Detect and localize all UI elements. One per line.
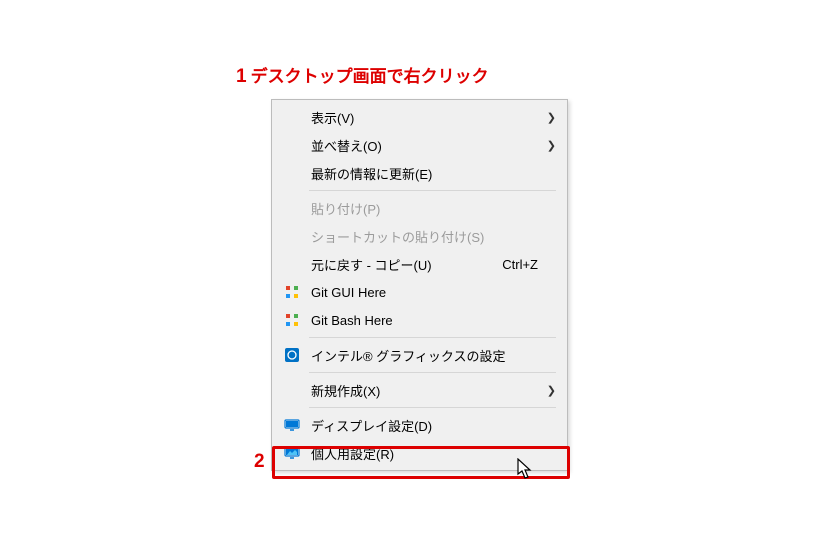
menu-label: Git GUI Here <box>311 285 556 300</box>
intel-icon <box>281 344 303 366</box>
menu-item-intel-graphics[interactable]: インテル® グラフィックスの設定 <box>273 341 566 369</box>
git-icon <box>281 281 303 303</box>
menu-label: Git Bash Here <box>311 313 556 328</box>
annotation-number-1: 1 <box>236 66 247 87</box>
spacer-icon <box>281 162 303 184</box>
menu-label: 新規作成(X) <box>311 381 546 400</box>
annotation-text-1: デスクトップ画面で右クリック <box>251 67 489 86</box>
personalize-icon <box>281 442 303 464</box>
menu-shortcut: Ctrl+Z <box>502 257 538 272</box>
menu-item-personalize[interactable]: 個人用設定(R) <box>273 439 566 467</box>
display-icon <box>281 414 303 436</box>
menu-label: 最新の情報に更新(E) <box>311 164 556 183</box>
menu-item-sort[interactable]: 並べ替え(O) ❯ <box>273 131 566 159</box>
menu-item-paste-shortcut: ショートカットの貼り付け(S) <box>273 222 566 250</box>
menu-separator <box>309 190 556 191</box>
spacer-icon <box>281 197 303 219</box>
menu-label: 元に戻す - コピー(U) <box>311 255 502 274</box>
menu-item-paste: 貼り付け(P) <box>273 194 566 222</box>
menu-label: 個人用設定(R) <box>311 444 556 463</box>
menu-label: ディスプレイ設定(D) <box>311 416 556 435</box>
annotation-step-2: 2 <box>254 451 265 473</box>
git-icon <box>281 309 303 331</box>
desktop-context-menu: 表示(V) ❯ 並べ替え(O) ❯ 最新の情報に更新(E) 貼り付け(P) ショ… <box>271 99 568 471</box>
menu-item-new[interactable]: 新規作成(X) ❯ <box>273 376 566 404</box>
menu-separator <box>309 337 556 338</box>
spacer-icon <box>281 379 303 401</box>
menu-item-git-gui[interactable]: Git GUI Here <box>273 278 566 306</box>
menu-item-view[interactable]: 表示(V) ❯ <box>273 103 566 131</box>
chevron-right-icon: ❯ <box>546 139 556 152</box>
menu-label: ショートカットの貼り付け(S) <box>311 227 556 246</box>
annotation-step-1: 1デスクトップ画面で右クリック <box>236 62 489 88</box>
menu-item-undo[interactable]: 元に戻す - コピー(U) Ctrl+Z <box>273 250 566 278</box>
spacer-icon <box>281 106 303 128</box>
menu-item-refresh[interactable]: 最新の情報に更新(E) <box>273 159 566 187</box>
menu-item-git-bash[interactable]: Git Bash Here <box>273 306 566 334</box>
spacer-icon <box>281 134 303 156</box>
menu-label: インテル® グラフィックスの設定 <box>311 346 556 365</box>
menu-label: 並べ替え(O) <box>311 136 546 155</box>
menu-label: 貼り付け(P) <box>311 199 556 218</box>
menu-label: 表示(V) <box>311 108 546 127</box>
spacer-icon <box>281 225 303 247</box>
menu-item-display-settings[interactable]: ディスプレイ設定(D) <box>273 411 566 439</box>
spacer-icon <box>281 253 303 275</box>
chevron-right-icon: ❯ <box>546 384 556 397</box>
chevron-right-icon: ❯ <box>546 111 556 124</box>
menu-separator <box>309 372 556 373</box>
menu-separator <box>309 407 556 408</box>
annotation-number-2: 2 <box>254 451 265 472</box>
